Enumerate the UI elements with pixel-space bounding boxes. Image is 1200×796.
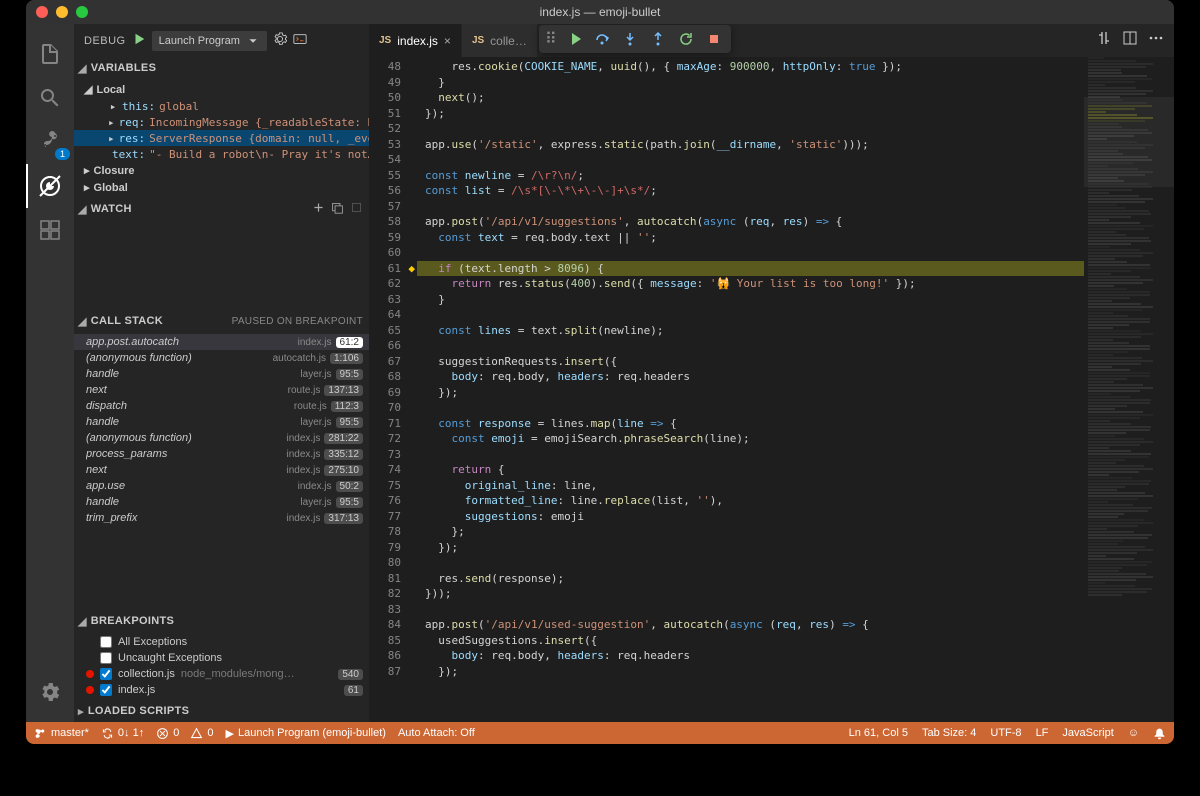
callstack-frame[interactable]: app.useindex.js50:2 [74,478,369,494]
split-editor-button[interactable] [1122,30,1138,51]
debug-configure-button[interactable] [273,32,287,49]
scope-global[interactable]: ▸Global [74,179,369,196]
window-close-button[interactable] [36,6,48,18]
drag-handle-icon[interactable]: ⠿ [545,29,557,49]
breakpoints-section-header[interactable]: ◢BREAKPOINTS [74,610,369,632]
cursor-position[interactable]: Ln 61, Col 5 [849,727,908,740]
editor-tabs: JSindex.js×JScolle… [369,24,1174,57]
window-minimize-button[interactable] [56,6,68,18]
debug-config-select[interactable]: Launch Program [152,31,267,51]
status-bar: master* 0↓ 1↑ 0 0 ▶ Launch Program (emoj… [26,722,1174,744]
callstack-frame[interactable]: trim_prefixindex.js317:13 [74,510,369,526]
breakpoint-row[interactable]: index.js61 [74,682,369,698]
callstack-frame[interactable]: dispatchroute.js112:3 [74,398,369,414]
window-title: index.js — emoji-bullet [540,5,661,19]
compare-changes-button[interactable] [1096,30,1112,51]
callstack-frame[interactable]: handlelayer.js95:5 [74,414,369,430]
debug-console-button[interactable] [293,32,307,49]
indentation-status[interactable]: Tab Size: 4 [922,727,976,740]
callstack-section-header[interactable]: ◢CALL STACKPAUSED ON BREAKPOINT [74,310,369,332]
auto-attach-status[interactable]: Auto Attach: Off [398,727,475,739]
stop-button[interactable] [703,28,725,50]
scm-tab[interactable]: 1 [26,120,74,164]
callstack-frame[interactable]: (anonymous function)index.js281:22 [74,430,369,446]
breakpoint-row[interactable]: collection.jsnode_modules/mong…540 [74,666,369,682]
variable-row[interactable]: text:"- Build a robot\n- Pray it's not…" [74,146,369,162]
git-branch[interactable]: master* [34,727,89,740]
restart-button[interactable] [675,28,697,50]
callstack-frame[interactable]: handlelayer.js95:5 [74,366,369,382]
encoding-status[interactable]: UTF-8 [990,727,1021,740]
scope-closure[interactable]: ▸Closure [74,162,369,179]
settings-button[interactable] [26,670,74,714]
launch-status[interactable]: ▶ Launch Program (emoji-bullet) [226,727,386,740]
callstack-frame[interactable]: nextroute.js137:13 [74,382,369,398]
eol-status[interactable]: LF [1036,727,1049,740]
debug-tab[interactable] [26,164,74,208]
variables-section-header[interactable]: ◢VARIABLES [74,57,369,79]
minimap-slider[interactable] [1084,97,1174,187]
activity-bar: 1 [26,24,74,722]
debug-sidebar: DEBUG Launch Program ◢VARIABLES ◢Local ▸… [74,24,369,722]
callstack-frame[interactable]: process_paramsindex.js335:12 [74,446,369,462]
problems-status[interactable]: 0 0 [156,727,213,740]
add-watch-button[interactable] [312,201,325,217]
titlebar: index.js — emoji-bullet [26,0,1174,24]
search-tab[interactable] [26,76,74,120]
code-editor[interactable]: res.cookie(COOKIE_NAME, uuid(), { maxAge… [417,57,1084,722]
bp-uncaught-exceptions[interactable]: Uncaught Exceptions [74,650,369,666]
collapse-watch-button[interactable] [331,201,344,217]
step-out-button[interactable] [647,28,669,50]
loaded-scripts-section-header[interactable]: ▸LOADED SCRIPTS [74,700,369,722]
editor-tab[interactable]: JScolle… [462,24,538,57]
callstack-frame[interactable]: handlelayer.js95:5 [74,494,369,510]
step-into-button[interactable] [619,28,641,50]
variable-row[interactable]: ▸req:IncomingMessage {_readableState: R… [74,114,369,130]
debug-toolbar[interactable]: ⠿ [539,25,731,53]
bp-all-exceptions[interactable]: All Exceptions [74,634,369,650]
close-tab-icon[interactable]: × [444,34,451,48]
debug-label: DEBUG [84,35,126,47]
start-debug-button[interactable] [132,32,146,49]
extensions-tab[interactable] [26,208,74,252]
callstack-frame[interactable]: nextindex.js275:10 [74,462,369,478]
window-maximize-button[interactable] [76,6,88,18]
minimap[interactable] [1084,57,1174,722]
variable-row[interactable]: ▸this:global [74,98,369,114]
explorer-tab[interactable] [26,32,74,76]
scm-badge: 1 [55,148,70,160]
variable-row[interactable]: ▸res:ServerResponse {domain: null, _eve… [74,130,369,146]
editor-area: JSindex.js×JScolle… ⠿ 484950515253545556… [369,24,1174,722]
line-gutter[interactable]: 48495051525354555657585960◆6162636465666… [369,57,417,722]
scope-local[interactable]: ◢Local [74,81,369,98]
language-status[interactable]: JavaScript [1062,727,1113,740]
callstack-frame[interactable]: app.post.autocatchindex.js61:2 [74,334,369,350]
notifications-icon[interactable] [1153,727,1166,740]
callstack-frame[interactable]: (anonymous function)autocatch.js1:106 [74,350,369,366]
watch-section-header[interactable]: ◢WATCH [74,198,369,220]
git-sync[interactable]: 0↓ 1↑ [101,727,144,740]
step-over-button[interactable] [591,28,613,50]
remove-watch-button[interactable] [350,201,363,217]
more-actions-button[interactable] [1148,30,1164,51]
feedback-icon[interactable]: ☺ [1128,727,1139,740]
continue-button[interactable] [563,28,585,50]
editor-tab[interactable]: JSindex.js× [369,24,462,57]
